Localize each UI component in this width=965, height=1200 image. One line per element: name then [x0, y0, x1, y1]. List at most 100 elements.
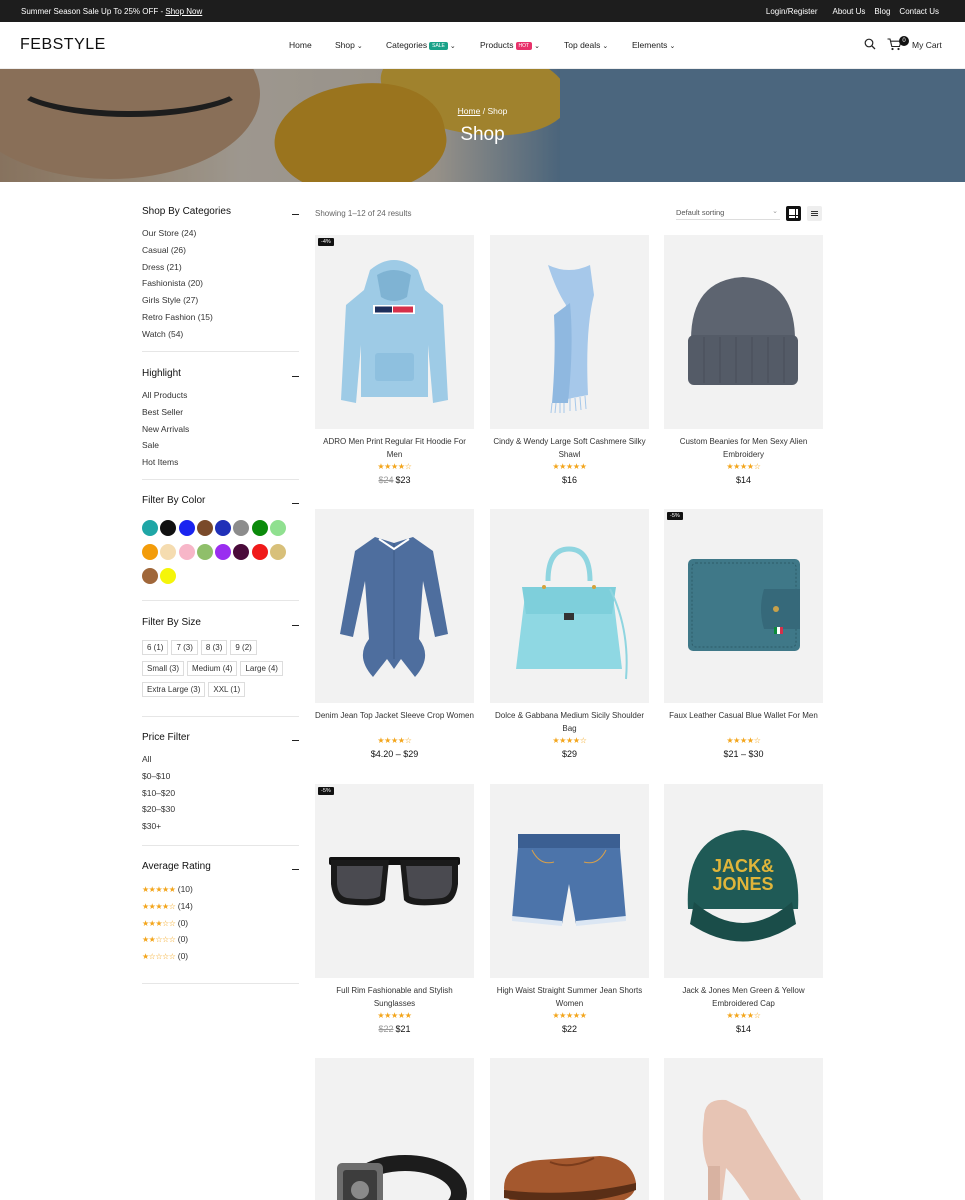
color-swatch[interactable] — [233, 544, 250, 560]
highlight-item[interactable]: Hot Items — [142, 457, 189, 474]
sort-select[interactable]: Default sorting ⌄ — [676, 205, 780, 220]
nav-top-deals[interactable]: Top deals ⌄ — [564, 40, 608, 50]
contact-us-link[interactable]: Contact Us — [899, 7, 939, 16]
product-name[interactable]: Faux Leather Casual Blue Wallet For Men — [664, 710, 823, 723]
about-us-link[interactable]: About Us — [833, 7, 866, 16]
category-item[interactable]: Casual (26) — [142, 245, 213, 262]
product-name[interactable]: Cindy & Wendy Large Soft Cashmere Silky … — [490, 436, 649, 461]
color-swatch[interactable] — [270, 520, 287, 536]
color-swatch[interactable] — [215, 520, 232, 536]
size-chip[interactable]: 7 (3) — [171, 640, 198, 655]
breadcrumb-separator: / — [482, 106, 486, 116]
color-swatch[interactable] — [270, 544, 287, 560]
color-swatch[interactable] — [196, 544, 213, 560]
nav-shop[interactable]: Shop ⌄ — [335, 40, 363, 50]
blog-link[interactable]: Blog — [874, 7, 890, 16]
product-image[interactable] — [315, 509, 474, 703]
highlight-item[interactable]: All Products — [142, 390, 189, 407]
color-swatch[interactable] — [160, 520, 177, 536]
rating-option[interactable]: ★★★☆☆ (0) — [142, 918, 193, 935]
collapse-toggle-icon[interactable] — [292, 503, 299, 505]
collapse-toggle-icon[interactable] — [292, 740, 299, 742]
product-image[interactable] — [315, 1058, 474, 1200]
color-swatch[interactable] — [215, 544, 232, 560]
color-swatch[interactable] — [160, 544, 177, 560]
product-name[interactable]: Custom Beanies for Men Sexy Alien Embroi… — [664, 436, 823, 461]
size-chip[interactable]: 8 (3) — [200, 640, 228, 655]
color-swatch[interactable] — [178, 544, 195, 560]
highlight-item[interactable]: Sale — [142, 440, 189, 457]
product-name[interactable]: Dolce & Gabbana Medium Sicily Shoulder B… — [490, 710, 649, 735]
color-swatch[interactable] — [251, 520, 268, 536]
size-chip[interactable]: Large (4) — [240, 661, 283, 676]
color-swatch[interactable] — [196, 520, 213, 536]
star-rating-icon: ★★☆☆☆ — [142, 935, 176, 945]
color-swatch[interactable] — [160, 568, 177, 584]
color-swatch[interactable] — [178, 520, 195, 536]
category-item[interactable]: Retro Fashion (15) — [142, 312, 213, 329]
size-chip[interactable]: 9 (2) — [230, 640, 257, 655]
product-image[interactable] — [490, 784, 649, 978]
result-count: Showing 1–12 of 24 results — [315, 209, 412, 218]
breadcrumb-home-link[interactable]: Home — [458, 106, 481, 116]
color-swatch[interactable] — [142, 520, 158, 536]
price-option[interactable]: $0–$10 — [142, 771, 175, 788]
product-image[interactable] — [490, 1058, 649, 1200]
product-name[interactable]: Jack & Jones Men Green & Yellow Embroide… — [664, 985, 823, 1010]
search-icon[interactable] — [864, 38, 876, 50]
nav-categories[interactable]: Categories SALE ⌄ — [386, 40, 456, 50]
product-image[interactable] — [490, 509, 649, 703]
nav-home[interactable]: Home — [289, 40, 312, 50]
category-item[interactable]: Girls Style (27) — [142, 295, 213, 312]
product-name[interactable]: High Waist Straight Summer Jean Shorts W… — [490, 985, 649, 1010]
color-swatch[interactable] — [233, 520, 250, 536]
rating-option[interactable]: ★★★★★ (10) — [142, 884, 193, 901]
product-name[interactable]: Denim Jean Top Jacket Sleeve Crop Women — [315, 710, 474, 723]
color-swatch[interactable] — [142, 544, 158, 560]
category-item[interactable]: Fashionista (20) — [142, 278, 213, 295]
rating-option[interactable]: ★☆☆☆☆ (0) — [142, 951, 193, 968]
size-chip[interactable]: Extra Large (3) — [142, 682, 206, 697]
highlight-item[interactable]: Best Seller — [142, 407, 189, 424]
nav-elements[interactable]: Elements ⌄ — [632, 40, 675, 50]
product-name[interactable]: Full Rim Fashionable and Stylish Sunglas… — [315, 985, 474, 1010]
collapse-toggle-icon[interactable] — [292, 869, 299, 871]
top-links: Login/Register About Us Blog Contact Us — [757, 7, 939, 16]
category-item[interactable]: Our Store (24) — [142, 228, 213, 245]
login-register-link[interactable]: Login/Register — [766, 7, 818, 16]
size-chip[interactable]: 6 (1) — [142, 640, 169, 655]
list-view-button[interactable] — [807, 206, 822, 221]
product-name[interactable]: ADRO Men Print Regular Fit Hoodie For Me… — [315, 436, 474, 461]
price-option[interactable]: $10–$20 — [142, 788, 175, 805]
collapse-toggle-icon[interactable] — [292, 625, 299, 627]
site-logo[interactable]: FEBSTYLE — [20, 36, 106, 54]
color-swatch[interactable] — [142, 568, 158, 584]
nav-products[interactable]: Products HOT ⌄ — [480, 40, 540, 50]
product-image[interactable]: -4% — [315, 235, 474, 429]
product-price: $21 – $30 — [664, 749, 823, 759]
category-item[interactable]: Watch (54) — [142, 329, 213, 346]
size-chip[interactable]: Small (3) — [142, 661, 185, 676]
price-option[interactable]: All — [142, 754, 175, 771]
color-swatch[interactable] — [251, 544, 268, 560]
cap-text: JONES — [712, 874, 773, 894]
product-image[interactable] — [490, 235, 649, 429]
product-image[interactable]: JACK& JONES — [664, 784, 823, 978]
collapse-toggle-icon[interactable] — [292, 214, 299, 216]
grid-view-button[interactable] — [786, 206, 801, 221]
rating-option[interactable]: ★★☆☆☆ (0) — [142, 934, 193, 951]
size-chip[interactable]: Medium (4) — [187, 661, 238, 676]
discount-badge: -5% — [667, 512, 683, 520]
rating-option[interactable]: ★★★★☆ (14) — [142, 901, 193, 918]
price-option[interactable]: $30+ — [142, 821, 175, 838]
product-image[interactable] — [664, 1058, 823, 1200]
product-image[interactable]: -5% — [664, 509, 823, 703]
price-option[interactable]: $20–$30 — [142, 804, 175, 821]
category-item[interactable]: Dress (21) — [142, 262, 213, 279]
size-chip[interactable]: XXL (1) — [208, 682, 246, 697]
highlight-item[interactable]: New Arrivals — [142, 424, 189, 441]
product-image[interactable] — [664, 235, 823, 429]
shop-now-link[interactable]: Shop Now — [165, 7, 202, 16]
product-image[interactable]: -5% — [315, 784, 474, 978]
collapse-toggle-icon[interactable] — [292, 376, 299, 378]
